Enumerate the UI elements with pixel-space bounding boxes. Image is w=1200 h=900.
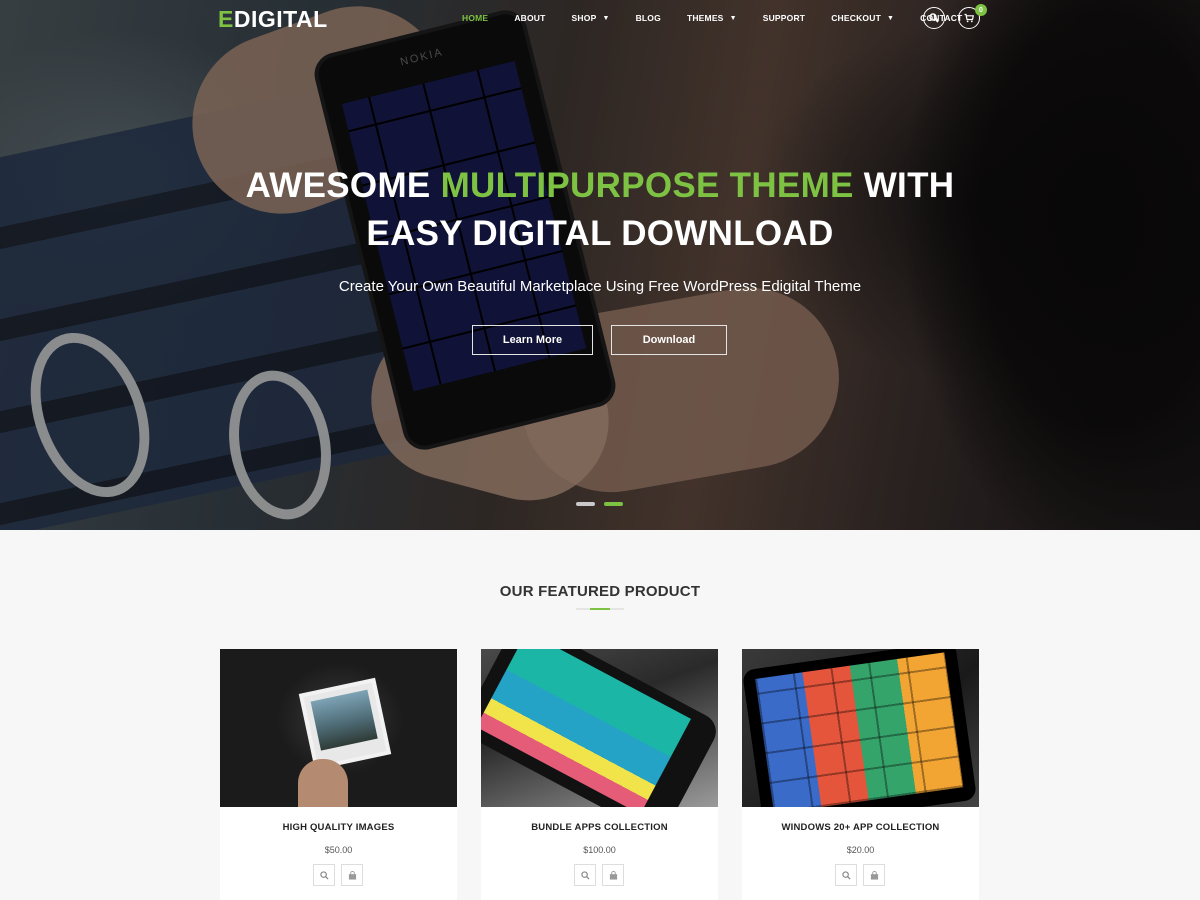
chevron-down-icon: ▼ [602, 14, 610, 22]
menu-item-support[interactable]: SUPPORT [763, 13, 806, 23]
phone-device-image [481, 649, 718, 807]
featured-section-title: OUR FEATURED PRODUCT [499, 583, 701, 600]
top-navigation: EDIGITAL HOME ABOUT SHOP ▼ BLOG THEMES ▼ S… [0, 0, 1200, 38]
add-to-cart-button[interactable] [602, 864, 624, 886]
learn-more-button[interactable]: Learn More [472, 325, 593, 355]
menu-item-label: BLOG [635, 13, 661, 23]
tablet-device-image [742, 649, 978, 807]
menu-item-label: CHECKOUT [831, 13, 881, 23]
title-divider-accent [590, 608, 610, 610]
cart-icon [964, 13, 974, 23]
product-image[interactable] [220, 649, 457, 807]
shopping-bag-icon [870, 870, 878, 880]
title-divider [576, 608, 624, 610]
product-image[interactable] [481, 649, 718, 807]
chevron-down-icon: ▼ [886, 14, 895, 22]
menu-item-themes[interactable]: THEMES ▼ [687, 13, 737, 23]
search-button[interactable] [923, 7, 945, 29]
quick-view-button[interactable] [574, 864, 596, 886]
site-logo[interactable]: EDIGITAL [218, 6, 328, 33]
quick-view-button[interactable] [313, 864, 335, 886]
product-name[interactable]: BUNDLE APPS COLLECTION [481, 822, 718, 833]
product-price: $50.00 [324, 845, 353, 855]
hero-slider: NOKIA AWESOME MULTIPURPOSE THEME WITH EA… [0, 0, 1200, 530]
main-menu: HOME ABOUT SHOP ▼ BLOG THEMES ▼ SUPPORT CH… [462, 13, 988, 23]
product-card[interactable]: BUNDLE APPS COLLECTION $100.00 [481, 649, 718, 900]
hero-title-accent: MULTIPURPOSE THEME [440, 166, 854, 205]
menu-item-label: ABOUT [514, 13, 546, 23]
product-card[interactable]: WINDOWS 20+ APP COLLECTION $20.00 [742, 649, 979, 900]
product-price: $20.00 [846, 845, 875, 855]
quick-view-button[interactable] [835, 864, 857, 886]
hand-image [298, 759, 348, 807]
logo-text: DIGITAL [233, 6, 328, 32]
menu-item-checkout[interactable]: CHECKOUT ▼ [831, 13, 894, 23]
search-icon [580, 870, 590, 880]
product-price: $100.00 [583, 845, 616, 855]
product-name[interactable]: WINDOWS 20+ APP COLLECTION [742, 822, 979, 833]
photo-landscape [310, 689, 378, 751]
download-button[interactable]: Download [611, 325, 727, 355]
logo-letter: E [218, 6, 234, 32]
slider-dot-2[interactable] [604, 502, 623, 506]
add-to-cart-button[interactable] [341, 864, 363, 886]
search-icon [841, 870, 851, 880]
slider-dot-1[interactable] [576, 502, 595, 506]
menu-item-home[interactable]: HOME [462, 13, 488, 23]
menu-item-shop[interactable]: SHOP ▼ [572, 13, 610, 23]
device-screen [481, 649, 692, 807]
chevron-down-icon: ▼ [729, 14, 737, 22]
menu-item-blog[interactable]: BLOG [636, 13, 661, 23]
menu-item-label: SUPPORT [762, 13, 806, 23]
menu-item-label: HOME [462, 13, 489, 23]
product-image[interactable] [742, 649, 979, 807]
menu-item-label: SHOP [571, 13, 597, 23]
product-name[interactable]: HIGH QUALITY IMAGES [220, 822, 457, 833]
menu-item-about[interactable]: ABOUT [514, 13, 545, 23]
cart-count-badge: 0 [975, 4, 987, 16]
add-to-cart-button[interactable] [863, 864, 885, 886]
hero-overlay [0, 0, 1200, 530]
shopping-bag-icon [348, 870, 356, 880]
search-icon [319, 870, 329, 880]
hero-title-part: WITH [853, 166, 955, 205]
search-icon [929, 13, 939, 23]
hero-subtitle: Create Your Own Beautiful Marketplace Us… [338, 278, 862, 295]
hero-title-line-2: EASY DIGITAL DOWNLOAD [366, 214, 834, 253]
menu-item-label: THEMES [686, 13, 724, 23]
shopping-bag-icon [609, 870, 617, 880]
product-card[interactable]: HIGH QUALITY IMAGES $50.00 [220, 649, 457, 900]
device-screen [755, 652, 964, 807]
hero-title-line-1: AWESOME MULTIPURPOSE THEME WITH [0, 166, 1200, 206]
hero-title-part: AWESOME [245, 166, 441, 205]
photo-print-image [303, 682, 387, 766]
